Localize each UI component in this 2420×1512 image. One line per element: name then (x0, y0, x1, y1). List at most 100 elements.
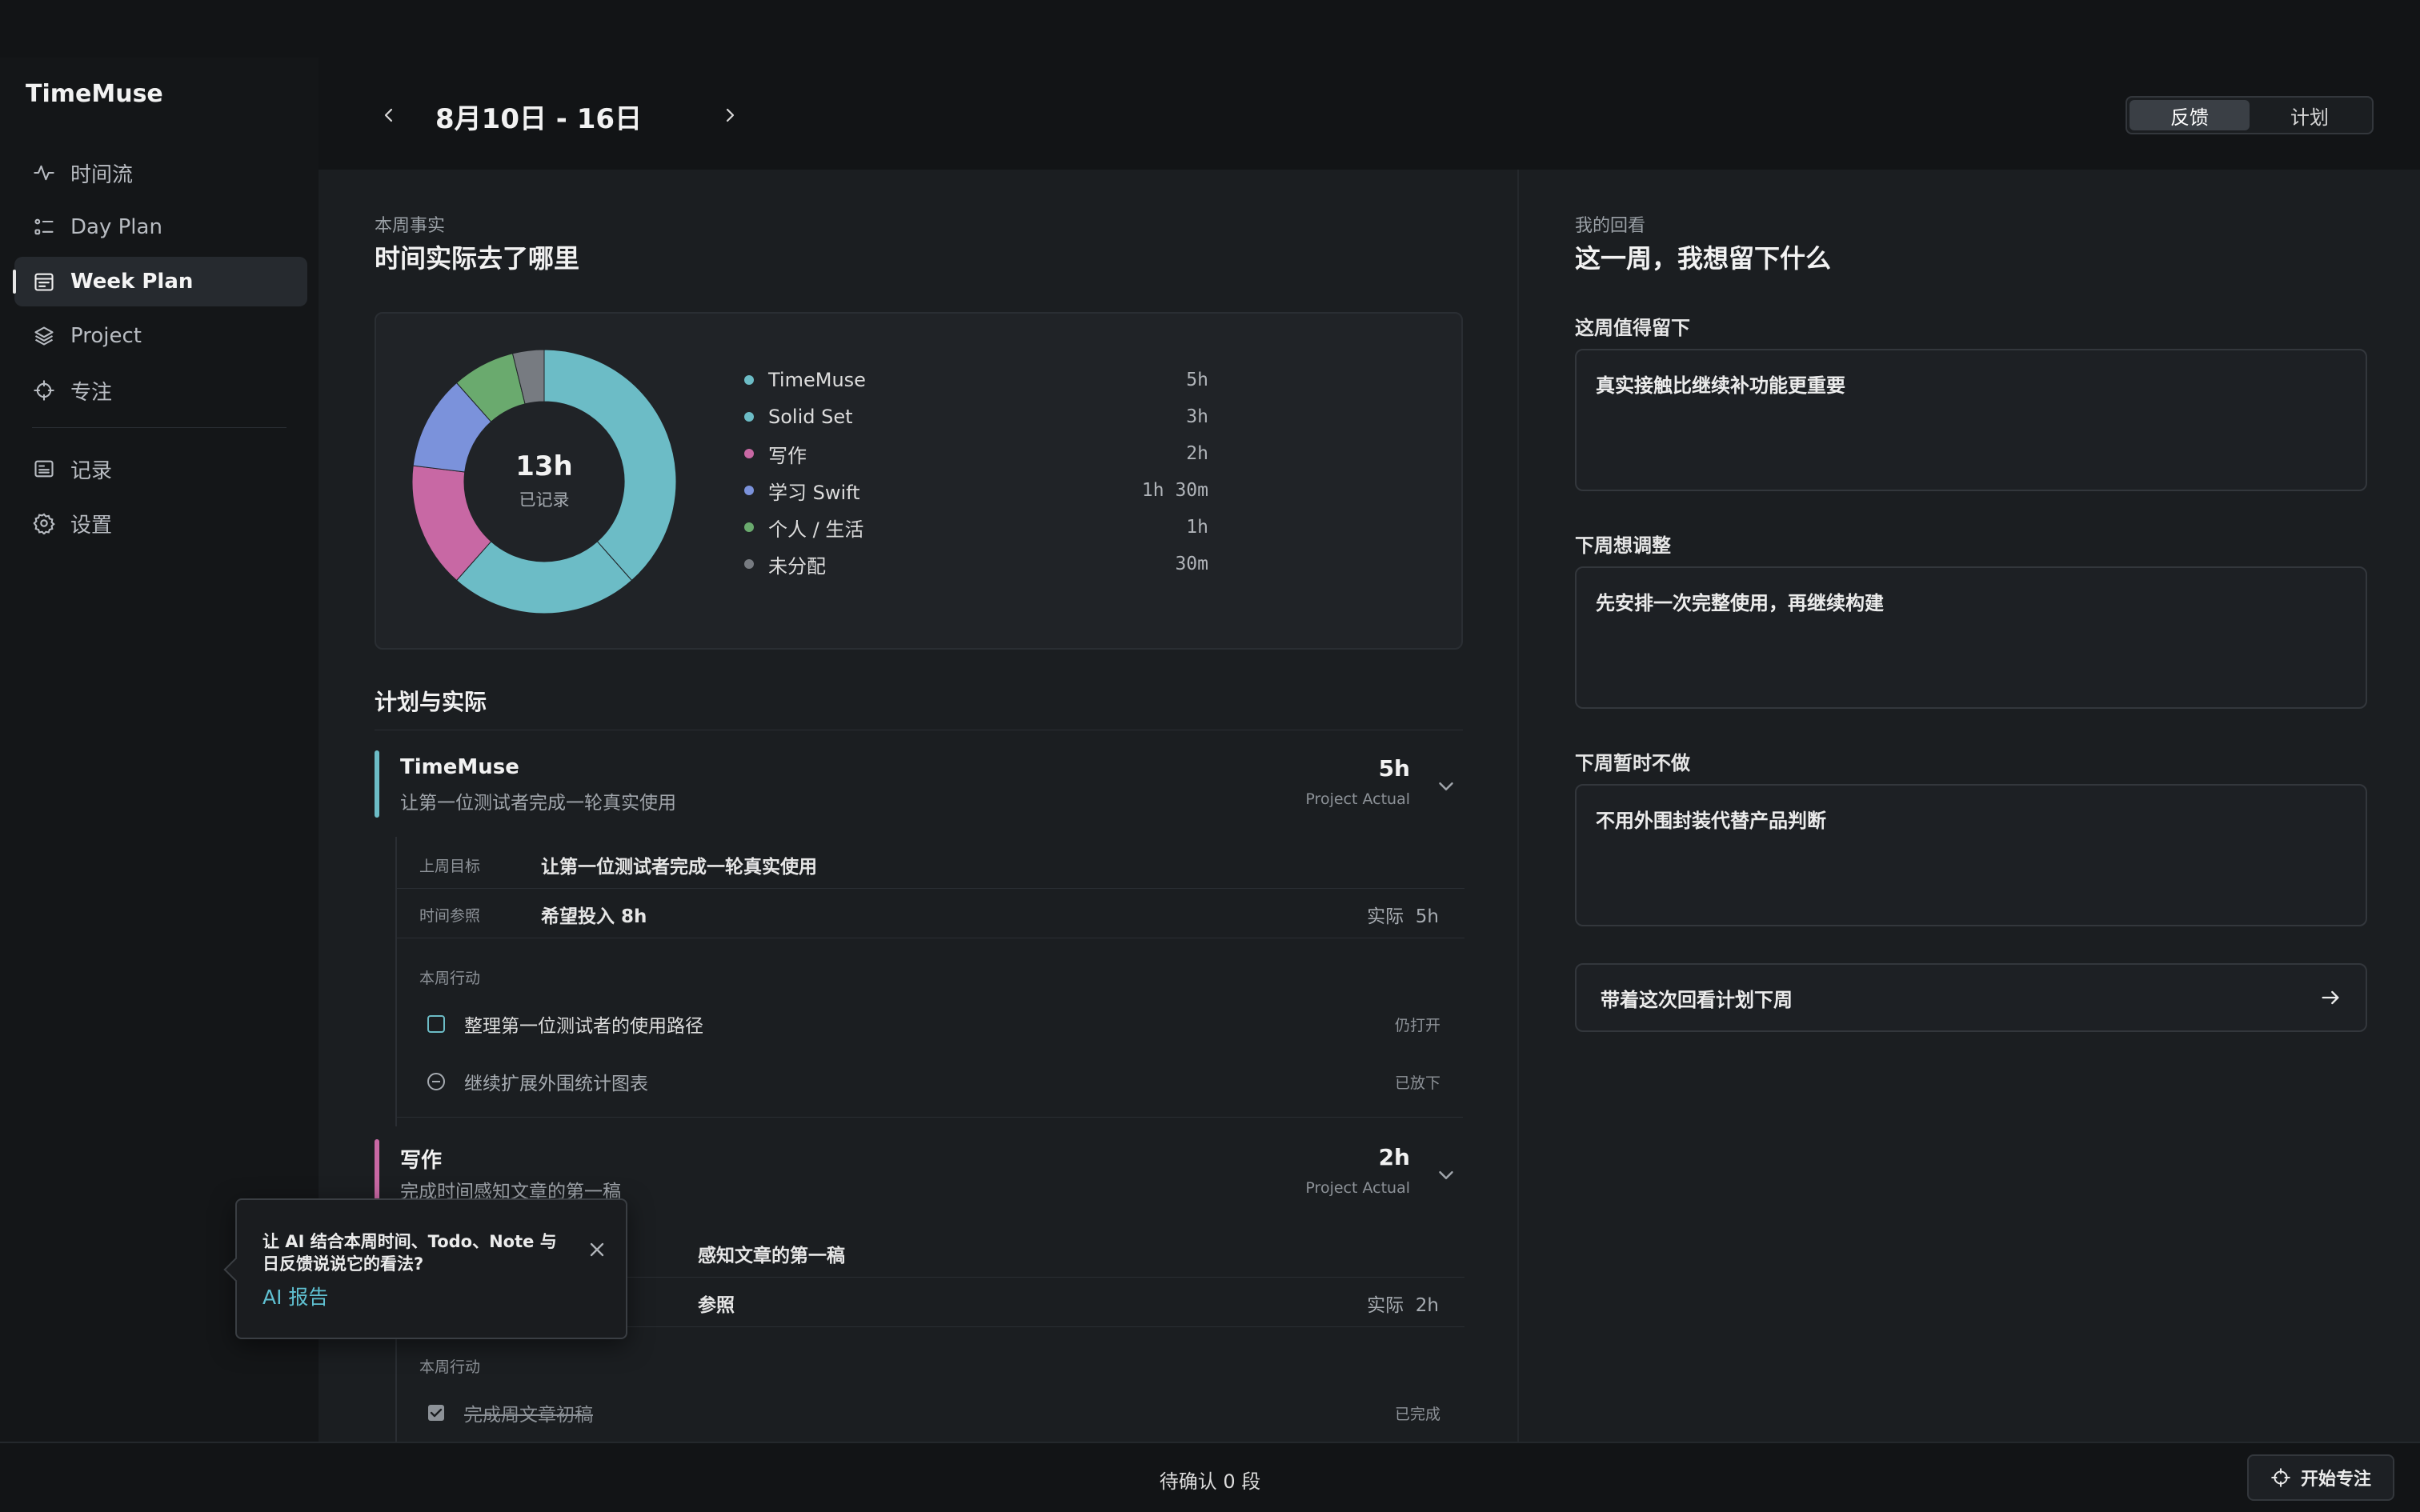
keep-label: 这周值得留下 (1575, 317, 1690, 339)
legend-dot (744, 375, 754, 385)
pulse-icon (32, 161, 56, 185)
sidebar-item-label: 设置 (70, 513, 113, 538)
adjust-textarea[interactable]: 先安排一次完整使用，再继续构建 (1575, 566, 2367, 709)
action-item[interactable]: 整理第一位测试者的使用路径 仍打开 (426, 1008, 1440, 1040)
sidebar-item-day-plan[interactable]: Day Plan (14, 202, 307, 252)
checkbox-empty-icon[interactable] (426, 1014, 447, 1034)
project-hours: 2h (1378, 1144, 1410, 1170)
ai-report-link[interactable]: AI 报告 (262, 1282, 328, 1310)
sidebar-item-week-plan[interactable]: Week Plan (13, 257, 307, 306)
next-week-button[interactable] (711, 96, 749, 134)
window-top-strip (0, 0, 2420, 58)
project-color-bar (375, 1139, 379, 1206)
legend-dot (744, 559, 754, 569)
row-divider (397, 888, 1464, 889)
project-goal: 让第一位测试者完成一轮真实使用 (400, 793, 676, 814)
close-icon[interactable] (586, 1238, 608, 1261)
sidebar-item-label: Day Plan (70, 215, 162, 239)
sidebar-divider (32, 427, 286, 428)
project-color-bar (375, 750, 379, 818)
actual-readout: 实际 5h (1367, 901, 1439, 928)
time-ref-label: 时间参照 (419, 907, 481, 925)
arrow-right-icon (2322, 990, 2339, 1005)
action-text: 完成周文章初稿 (464, 1405, 593, 1426)
skip-textarea[interactable]: 不用外围封装代替产品判断 (1575, 784, 2367, 926)
sidebar-item-focus[interactable]: 专注 (14, 366, 307, 415)
project-name: 写作 (400, 1149, 443, 1173)
ai-popover-text: 让 AI 结合本周时间、Todo、Note 与日反馈说说它的看法? (262, 1232, 557, 1274)
chevron-down-icon[interactable] (1434, 1163, 1458, 1187)
action-item[interactable]: 完成周文章初稿 已完成 (426, 1397, 1440, 1429)
minus-circle-icon[interactable] (426, 1071, 447, 1092)
action-text: 继续扩展外围统计图表 (464, 1074, 648, 1094)
cta-label: 带着这次回看计划下周 (1601, 988, 1793, 1011)
gear-icon (32, 511, 56, 535)
facts-kicker: 本周事实 (375, 216, 446, 236)
time-ref-value: 希望投入 8h (541, 906, 647, 927)
action-item[interactable]: 继续扩展外围统计图表 已放下 (426, 1066, 1440, 1098)
project-actual-label: Project Actual (1305, 1179, 1410, 1197)
legend-item: TimeMuse 5h (744, 362, 1208, 398)
mode-toggle: 反馈 计划 (2126, 96, 2374, 134)
legend-item: 未分配 30m (744, 546, 1208, 582)
checkbox-checked-icon[interactable] (426, 1402, 447, 1423)
mode-feedback-button[interactable]: 反馈 (2130, 100, 2250, 130)
actual-value: 2h (1415, 1295, 1439, 1316)
status-bar: 待确认 0 段 开始专注 (0, 1442, 2420, 1512)
last-goal-value: 感知文章的第一稿 (698, 1246, 845, 1266)
sidebar-item-label: 记录 (70, 458, 113, 483)
crosshair-icon (2271, 1468, 2290, 1487)
keep-textarea[interactable]: 真实接触比继续补功能更重要 (1575, 349, 2367, 491)
review-panel: 我的回看 这一周，我想留下什么 这周值得留下 真实接触比继续补功能更重要 下周想… (1517, 170, 2420, 1442)
legend-item: 学习 Swift 1h 30m (744, 472, 1208, 509)
sidebar-item-records[interactable]: 记录 (14, 444, 307, 494)
action-status: 仍打开 (1394, 1016, 1440, 1034)
actual-prefix: 实际 (1367, 906, 1404, 927)
mode-plan-button[interactable]: 计划 (2250, 100, 2370, 130)
legend-dot (744, 522, 754, 532)
prev-week-button[interactable] (370, 96, 408, 134)
adjust-label: 下周想调整 (1575, 534, 1671, 557)
legend-dot (744, 412, 754, 422)
project-divider (395, 1117, 1463, 1118)
project-detail-timemuse: 上周目标 让第一位测试者完成一轮真实使用 时间参照 希望投入 8h 实际 5h … (395, 837, 1464, 1126)
chevron-left-icon (384, 108, 393, 122)
donut-total: 13h (515, 450, 573, 482)
skip-label: 下周暂时不做 (1575, 752, 1690, 774)
start-focus-button[interactable]: 开始专注 (2247, 1454, 2394, 1501)
time-legend: TimeMuse 5h Solid Set 3h 写作 2h 学习 Swift 1h 3… (744, 362, 1208, 582)
time-ref-value: 参照 (698, 1295, 735, 1316)
actions-label: 本周行动 (419, 970, 481, 987)
sidebar-item-label: Project (70, 324, 142, 348)
actual-readout: 实际 2h (1367, 1290, 1439, 1317)
sidebar-item-label: 时间流 (70, 162, 134, 187)
calendar-icon (32, 270, 56, 294)
review-title: 这一周，我想留下什么 (1575, 243, 1832, 274)
ai-report-popover: 让 AI 结合本周时间、Todo、Note 与日反馈说说它的看法? AI 报告 (235, 1198, 627, 1339)
legend-item: Solid Set 3h (744, 398, 1208, 435)
last-goal-value: 让第一位测试者完成一轮真实使用 (541, 857, 817, 878)
donut-total-label: 已记录 (519, 490, 570, 510)
chevron-down-icon[interactable] (1434, 774, 1458, 798)
plan-next-week-button[interactable]: 带着这次回看计划下周 (1575, 963, 2367, 1032)
review-kicker: 我的回看 (1575, 216, 1646, 236)
list-icon (32, 215, 56, 239)
time-donut-chart: 13h 已记录 (411, 349, 677, 614)
crosshair-icon (32, 378, 56, 402)
facts-title: 时间实际去了哪里 (375, 243, 580, 274)
actual-value: 5h (1415, 906, 1439, 927)
app-brand: TimeMuse (26, 80, 163, 108)
sidebar-item-project[interactable]: Project (14, 311, 307, 361)
plan-vs-actual-title: 计划与实际 (375, 689, 487, 715)
sidebar-item-label: Week Plan (70, 270, 194, 294)
layers-icon (32, 324, 56, 348)
legend-item: 写作 2h (744, 435, 1208, 472)
chevron-right-icon (726, 108, 735, 122)
week-range-title: 8月10日 - 16日 (435, 103, 643, 135)
sidebar-item-settings[interactable]: 设置 (14, 498, 307, 548)
legend-dot (744, 486, 754, 495)
legend-dot (744, 449, 754, 458)
sidebar-item-timeflow[interactable]: 时间流 (14, 148, 307, 198)
action-status: 已完成 (1394, 1405, 1440, 1423)
actual-prefix: 实际 (1367, 1295, 1404, 1316)
